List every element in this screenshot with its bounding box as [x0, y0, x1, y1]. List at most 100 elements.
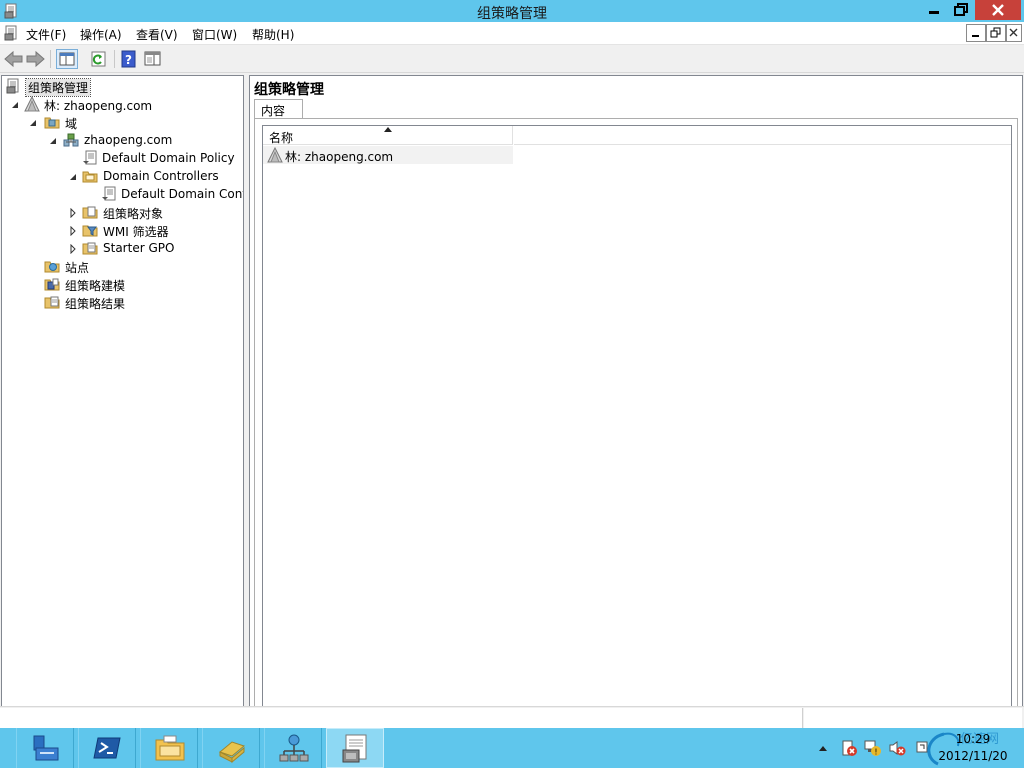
- clock-time: 10:29: [955, 732, 991, 746]
- modeling-folder-icon: [44, 276, 60, 292]
- svg-text:?: ?: [125, 53, 132, 67]
- list-item-label: 林: zhaopeng.com: [285, 150, 394, 164]
- tree-item-domains[interactable]: 域: [4, 113, 243, 131]
- column-header-filler: [514, 126, 1011, 145]
- taskbar-network[interactable]: [264, 728, 322, 768]
- menu-file[interactable]: 文件(F): [26, 26, 66, 43]
- taskbar-gpmc[interactable]: [326, 728, 384, 768]
- tree-item-sites[interactable]: 站点: [4, 257, 243, 275]
- document-icon[interactable]: [4, 25, 20, 44]
- tree-label: Default Domain Cont: [121, 187, 244, 201]
- column-header-label: 名称: [269, 131, 294, 145]
- tree-label: Domain Controllers: [103, 169, 219, 183]
- ou-folder-icon: [82, 168, 98, 184]
- gpmc-icon: [342, 734, 367, 763]
- status-panel-secondary: [804, 708, 1022, 728]
- tree-label: 组策略结果: [65, 297, 126, 311]
- domains-folder-icon: [44, 114, 60, 130]
- help-icon[interactable]: ?: [118, 49, 140, 69]
- tab-contents[interactable]: 内容: [254, 99, 303, 119]
- tree-item-gpo-objects[interactable]: 组策略对象: [4, 203, 243, 221]
- mdi-restore-button[interactable]: [986, 24, 1006, 42]
- tree-label: zhaopeng.com: [84, 133, 173, 147]
- toolbar: ?: [0, 45, 1024, 73]
- domain-icon: [63, 132, 79, 148]
- gpo-folder-icon: [82, 204, 98, 220]
- details-title: 组策略管理: [254, 82, 324, 98]
- taskbar-server-manager[interactable]: [16, 728, 74, 768]
- tree-label: 林: zhaopeng.com: [44, 99, 153, 113]
- expand-arrow-icon[interactable]: [68, 243, 78, 255]
- tree-label: Default Domain Policy: [102, 151, 235, 165]
- tree-item-default-domain-policy[interactable]: Default Domain Policy: [4, 149, 243, 167]
- list-item[interactable]: 林: zhaopeng.com: [263, 146, 513, 164]
- expand-arrow-icon[interactable]: [68, 225, 78, 237]
- console-tree: 组策略管理 林: zhaopeng.com 域 zhaopeng.com Def…: [1, 75, 244, 707]
- mdi-close-button[interactable]: [1006, 24, 1022, 42]
- restore-button[interactable]: [948, 0, 974, 20]
- server-manager-icon: [33, 735, 59, 761]
- tab-label: 内容: [261, 104, 286, 118]
- starter-gpo-folder-icon: [82, 240, 98, 256]
- system-clock[interactable]: 10:29 2012/11/20: [928, 731, 1018, 765]
- sites-folder-icon: [44, 258, 60, 274]
- details-pane: 组策略管理 内容 名称 林: zhaopeng.com: [249, 75, 1023, 725]
- tools-icon: [218, 741, 246, 764]
- clock-date: 2012/11/20: [938, 749, 1008, 763]
- minimize-button[interactable]: [921, 0, 947, 20]
- toolbar-separator: [114, 50, 115, 68]
- action-center-icon[interactable]: [840, 739, 858, 768]
- tree-item-results[interactable]: 组策略结果: [4, 293, 243, 311]
- results-folder-icon: [44, 294, 60, 310]
- tree-item-starter-gpo[interactable]: Starter GPO: [4, 239, 243, 257]
- gpmc-icon: [6, 78, 22, 94]
- sort-ascending-icon: [384, 127, 392, 132]
- menu-window[interactable]: 窗口(W): [192, 26, 237, 43]
- gpo-link-icon: [101, 186, 117, 202]
- network-icon: [279, 734, 309, 762]
- toolbar-separator: [50, 50, 51, 68]
- expand-arrow-icon[interactable]: [68, 207, 78, 219]
- taskbar-admin-tools[interactable]: [202, 728, 260, 768]
- taskbar: ! 亿速网 10:29 2012/11/20: [0, 728, 1024, 768]
- title-bar: 组策略管理: [0, 0, 1024, 24]
- tree-label: 组策略建模: [65, 279, 126, 293]
- forest-icon: [267, 146, 283, 166]
- tree-item-forest[interactable]: 林: zhaopeng.com: [4, 95, 243, 113]
- network-status-icon[interactable]: !: [864, 739, 882, 768]
- window-title: 组策略管理: [477, 6, 547, 22]
- show-hide-tree-icon[interactable]: [56, 49, 78, 69]
- refresh-icon[interactable]: [88, 49, 110, 69]
- forward-icon[interactable]: [24, 49, 46, 69]
- tree-item-default-dc-policy[interactable]: Default Domain Cont: [4, 185, 244, 203]
- window-frame: 文件(F) 操作(A) 查看(V) 窗口(W) 帮助(H) ? 组策略管理 林:…: [0, 22, 1024, 728]
- show-hidden-icons-icon[interactable]: [818, 743, 828, 768]
- taskbar-powershell[interactable]: [78, 728, 136, 768]
- collapse-arrow-icon[interactable]: [10, 99, 20, 109]
- collapse-arrow-icon[interactable]: [28, 117, 38, 127]
- tree-label: 组策略对象: [103, 207, 164, 221]
- status-bar: [0, 706, 1024, 728]
- tree-item-domain-controllers[interactable]: Domain Controllers: [4, 167, 243, 185]
- forest-icon: [24, 95, 40, 112]
- taskbar-file-explorer[interactable]: [140, 728, 198, 768]
- wmi-filter-folder-icon: [82, 222, 98, 238]
- status-panel-main: [0, 708, 803, 728]
- column-header-name[interactable]: 名称: [263, 126, 513, 145]
- menu-action[interactable]: 操作(A): [80, 26, 122, 43]
- tab-panel: 名称 林: zhaopeng.com: [254, 118, 1018, 720]
- collapse-arrow-icon[interactable]: [68, 171, 78, 181]
- tree-item-modeling[interactable]: 组策略建模: [4, 275, 243, 293]
- tree-item-domain[interactable]: zhaopeng.com: [4, 131, 243, 149]
- back-icon[interactable]: [3, 49, 25, 69]
- tree-item-wmi-filters[interactable]: WMI 筛选器: [4, 221, 243, 239]
- menu-help[interactable]: 帮助(H): [252, 26, 294, 43]
- collapse-arrow-icon[interactable]: [48, 135, 58, 145]
- mdi-minimize-button[interactable]: [966, 24, 986, 42]
- tree-label: WMI 筛选器: [103, 225, 169, 239]
- volume-muted-icon[interactable]: [888, 739, 906, 768]
- tree-label: 站点: [65, 261, 90, 275]
- menu-view[interactable]: 查看(V): [136, 26, 178, 43]
- action-pane-icon[interactable]: [142, 49, 164, 69]
- close-button[interactable]: [975, 0, 1021, 20]
